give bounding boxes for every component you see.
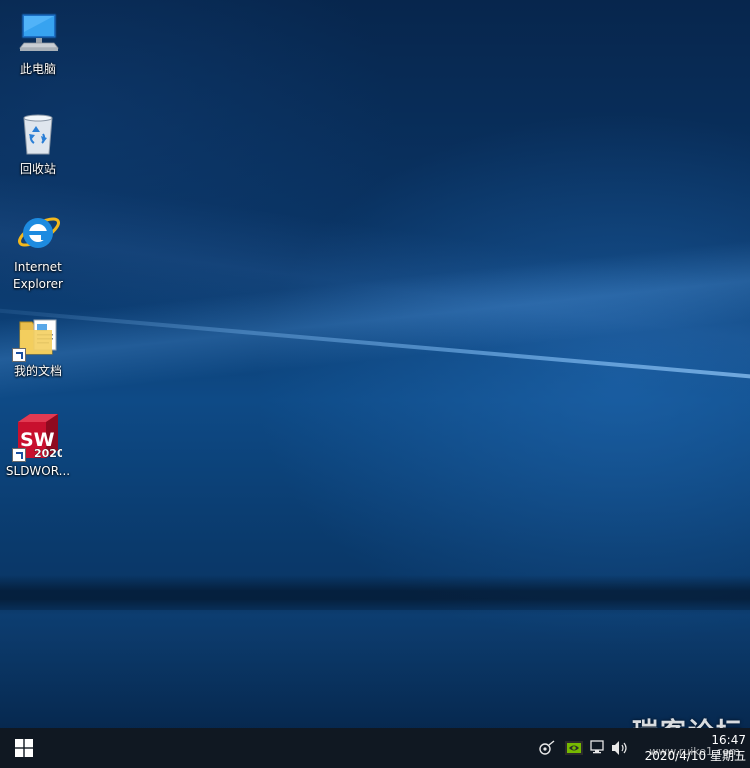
internet-explorer-icon [14,208,62,256]
start-button[interactable] [0,728,48,768]
solidworks-badge-year: 2020 [34,447,62,460]
shortcut-arrow-icon [12,348,26,362]
computer-icon [14,10,62,58]
shortcut-arrow-icon [12,448,26,462]
windows-logo-icon [15,739,33,757]
desktop-icon-my-documents[interactable]: 我的文档 [4,312,72,380]
desktop-icon-label: 我的文档 [13,364,62,378]
desktop-icon-this-pc[interactable]: 此电脑 [4,10,72,78]
desktop-icon-internet-explorer[interactable]: Internet Explorer [4,208,72,293]
watermark-url: www.ruike1.com [649,745,740,758]
desktop-icon-label: 回收站 [19,162,56,176]
wallpaper-shadow-band [0,575,750,615]
nvidia-icon[interactable] [563,738,585,758]
desktop-icon-recycle-bin[interactable]: 回收站 [4,110,72,178]
network-activity-icon[interactable] [536,738,558,758]
desktop-wallpaper [0,0,750,728]
desktop-icon-label: SLDWOR... [5,464,71,478]
solidworks-icon: SW 2020 [12,412,65,462]
taskbar: 16:47 2020/4/10 星期五 [0,728,750,768]
wallpaper-lower-glow [0,610,750,728]
desktop-icon-label: Internet Explorer [13,260,63,291]
documents-folder-icon [12,312,62,362]
desktop-icon-solidworks[interactable]: SW 2020 SLDWOR... [4,412,72,480]
recycle-bin-icon [14,110,62,158]
network-icon[interactable] [587,738,609,758]
desktop-icon-label: 此电脑 [19,62,56,76]
